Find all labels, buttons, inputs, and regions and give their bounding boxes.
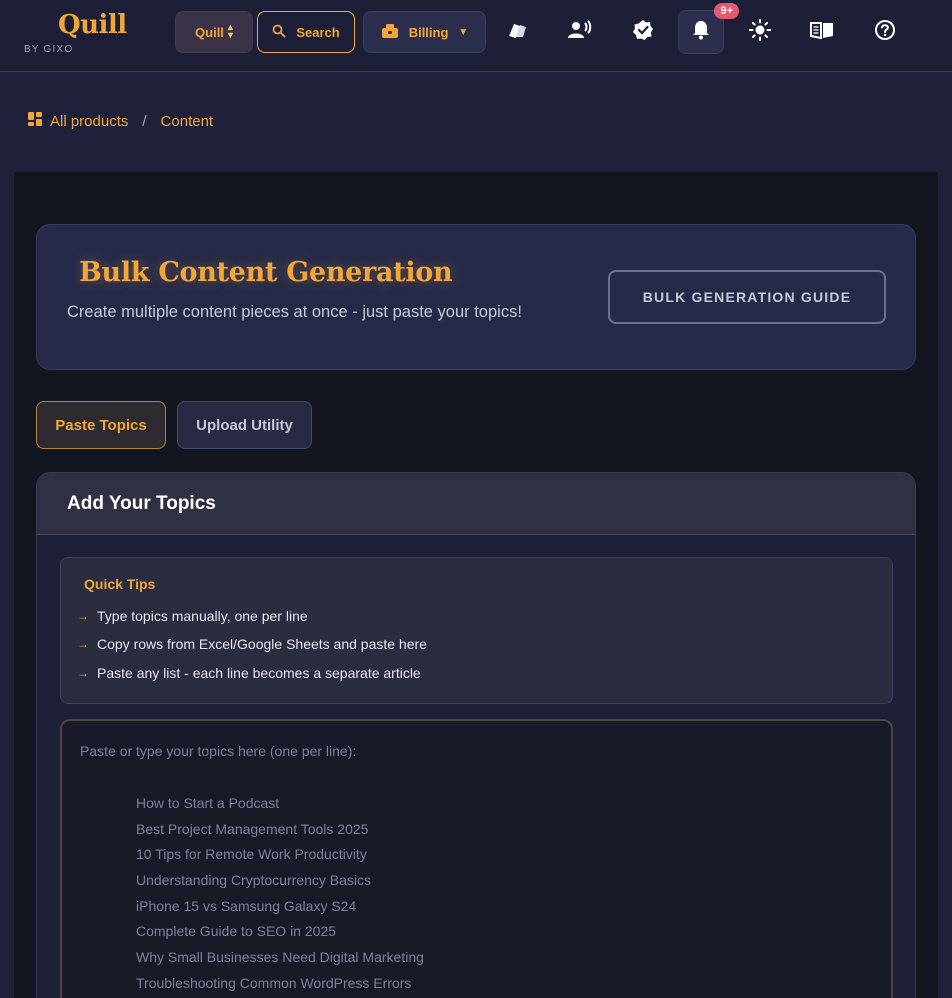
voice-button[interactable] [557,10,603,54]
page-title: Bulk Content Generation [79,257,453,288]
breadcrumb-separator: / [142,112,147,130]
top-navigation-bar: Quill BY GIXO Quill ▴▾ Search Billing ▼ [0,0,952,72]
placeholder-example: How to Start a Podcast [136,795,280,811]
tip-text: Type topics manually, one per line [97,608,308,624]
arrow-right-icon: → [77,609,89,623]
tab-paste-topics[interactable]: Paste Topics [36,401,166,449]
breadcrumb-all-products[interactable]: All products [50,113,128,130]
placeholder-example: 10 Tips for Remote Work Productivity [136,846,367,862]
placeholder-example: Complete Guide to SEO in 2025 [136,923,337,939]
quill-logo[interactable]: Quill BY GIXO [24,8,134,60]
tab-upload-utility[interactable]: Upload Utility [177,401,312,449]
billing-label: Billing [408,24,449,40]
sun-icon [749,18,771,46]
chevron-up-down-icon: ▴ ▾ [227,22,233,41]
breadcrumb-current: Content [160,112,214,130]
search-icon [272,24,286,41]
arrow-right-icon: → [77,666,89,680]
hero-banner: Bulk Content Generation Create multiple … [36,224,916,370]
page-subtitle: Create multiple content pieces at once -… [67,303,522,321]
placeholder-example: iPhone 15 vs Samsung Galaxy S24 [136,898,357,914]
docs-button[interactable] [799,10,845,54]
bulk-generation-guide-button[interactable]: BULK GENERATION GUIDE [608,270,886,324]
verified-button[interactable] [620,10,666,54]
search-button[interactable]: Search [257,11,355,53]
search-label: Search [296,24,340,40]
bell-icon [692,20,710,45]
placeholder-example: Best Project Management Tools 2025 [136,821,369,837]
billing-icon [381,23,399,42]
logo-wordmark: Quill [58,10,127,40]
breadcrumb: All products / Content [28,111,213,131]
tip-text: Paste any list - each line becomes a sep… [97,665,421,681]
logo-by-line: BY GIXO [24,44,74,55]
tip-text: Copy rows from Excel/Google Sheets and p… [97,636,427,652]
chevron-down-icon: ▼ [458,26,469,38]
notifications-button[interactable]: 9+ [678,3,739,54]
theme-toggle-button[interactable] [737,10,783,54]
topics-textarea[interactable]: Paste or type your topics here (one per … [60,719,893,998]
grid-icon [28,112,42,130]
tip-item: → Copy rows from Excel/Google Sheets and… [77,636,427,652]
book-icon [810,21,834,44]
placeholder-example: Why Small Businesses Need Digital Market… [136,949,424,965]
verified-badge-icon [632,19,654,46]
add-topics-card: Add Your Topics Quick Tips → Type topics… [36,472,916,998]
app-switcher-button[interactable]: Quill ▴ ▾ [175,11,253,53]
voice-user-icon [568,19,592,45]
tip-item: → Paste any list - each line becomes a s… [77,665,421,681]
cards-icon [506,21,528,44]
quick-tips-title: Quick Tips [84,576,156,592]
placeholder-example: Understanding Cryptocurrency Basics [136,872,371,888]
billing-dropdown[interactable]: Billing ▼ [363,11,486,53]
help-button[interactable] [862,10,908,54]
placeholder-example: Troubleshooting Common WordPress Errors [136,975,412,991]
textarea-placeholder-heading: Paste or type your topics here (one per … [80,743,357,759]
tip-item: → Type topics manually, one per line [77,608,308,624]
quick-tips-box: Quick Tips → Type topics manually, one p… [60,557,893,704]
card-title: Add Your Topics [37,473,915,535]
cards-button[interactable] [494,10,540,54]
arrow-right-icon: → [77,637,89,651]
app-switcher-label: Quill [195,24,224,40]
help-icon [874,19,896,46]
main-content: Bulk Content Generation Create multiple … [14,172,938,998]
notifications-badge: 9+ [714,3,739,19]
